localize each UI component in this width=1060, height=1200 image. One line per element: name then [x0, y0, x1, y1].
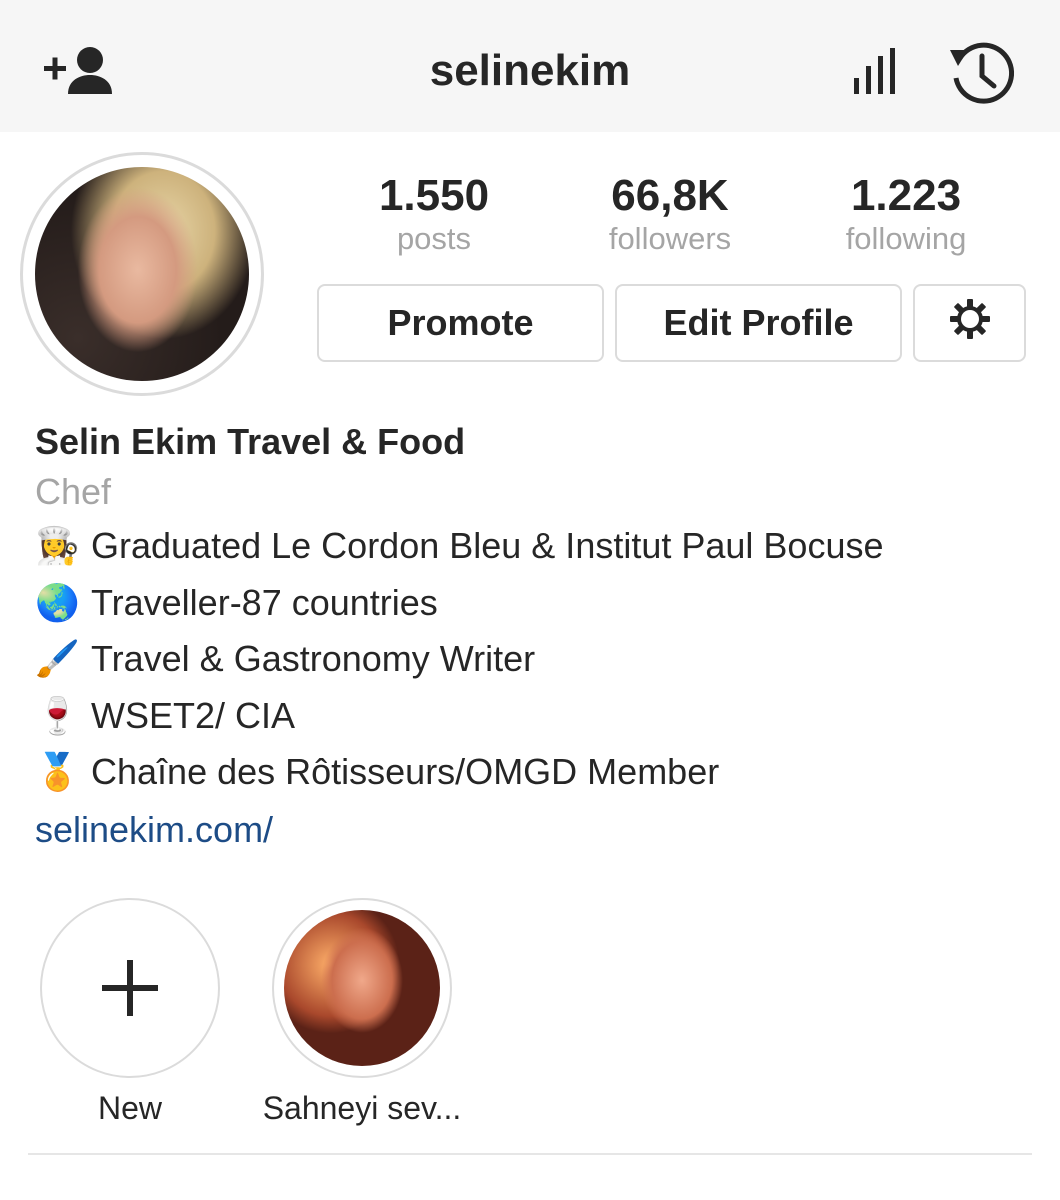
bio-line-text: Graduated Le Cordon Bleu & Institut Paul…: [91, 525, 884, 566]
bio-line-text: Travel & Gastronomy Writer: [91, 638, 536, 679]
highlight-new-circle[interactable]: [40, 898, 220, 1078]
posts-value: 1.550: [378, 171, 490, 220]
cropped-tab-text: [480, 1186, 600, 1200]
globe-emoji-icon: 🌏: [35, 581, 80, 623]
wine-glass-emoji-icon: 🍷: [35, 694, 80, 736]
following-count[interactable]: 1.223 following: [806, 170, 1006, 256]
plus-icon: [102, 960, 158, 1016]
highlight-label: New: [97, 1090, 162, 1126]
top-nav-bar: selinekim: [0, 0, 1060, 132]
edit-profile-button[interactable]: Edit Profile: [615, 284, 902, 362]
followers-count[interactable]: 66,8K followers: [570, 170, 770, 256]
avatar-photo: [35, 167, 249, 381]
posts-label: posts: [396, 221, 472, 256]
highlight-story-circle[interactable]: [272, 898, 452, 1078]
highlight-cover-photo: [284, 910, 440, 1066]
highlight-story[interactable]: Sahneyi sev...: [263, 898, 461, 1126]
followers-value: 66,8K: [611, 171, 729, 220]
paintbrush-emoji-icon: 🖌️: [35, 638, 80, 679]
following-value: 1.223: [850, 171, 962, 220]
profile-website-link[interactable]: selinekim.com/: [35, 801, 1035, 859]
profile-avatar[interactable]: [20, 152, 264, 396]
bio-line: 🍷 WSET2/ CIA: [35, 688, 1035, 745]
settings-button[interactable]: [913, 284, 1026, 362]
profile-display-name: Selin Ekim Travel & Food: [35, 421, 466, 462]
profile-bio: Selin Ekim Travel & Food Chef 👩‍🍳 Graduat…: [35, 418, 1035, 859]
gear-icon: [948, 297, 992, 350]
following-label: following: [845, 221, 967, 256]
highlight-label: Sahneyi sev...: [262, 1090, 462, 1126]
history-icon[interactable]: [944, 36, 1020, 112]
bio-line-text: Traveller-87 countries: [91, 581, 438, 623]
bio-line: 🖌️ Travel & Gastronomy Writer: [35, 631, 1035, 688]
bio-line-text: WSET2/ CIA: [91, 694, 296, 736]
bio-line: 👩‍🍳 Graduated Le Cordon Bleu & Institut P…: [35, 518, 1035, 575]
bar-chart-icon[interactable]: [846, 44, 906, 100]
section-divider: [28, 1153, 1032, 1155]
bio-line: 🌏 Traveller-87 countries: [35, 575, 1035, 632]
bio-line-text: Chaîne des Rôtisseurs/OMGD Member: [91, 751, 720, 792]
posts-count: 1.550 posts: [334, 170, 534, 256]
chef-emoji-icon: 👩‍🍳: [35, 525, 80, 566]
profile-category: Chef: [35, 471, 112, 512]
bio-line: 🏅 Chaîne des Rôtisseurs/OMGD Member: [35, 744, 1035, 801]
followers-label: followers: [608, 221, 732, 256]
promote-button[interactable]: Promote: [317, 284, 604, 362]
medal-emoji-icon: 🏅: [35, 751, 80, 792]
highlight-new[interactable]: New: [40, 898, 220, 1126]
